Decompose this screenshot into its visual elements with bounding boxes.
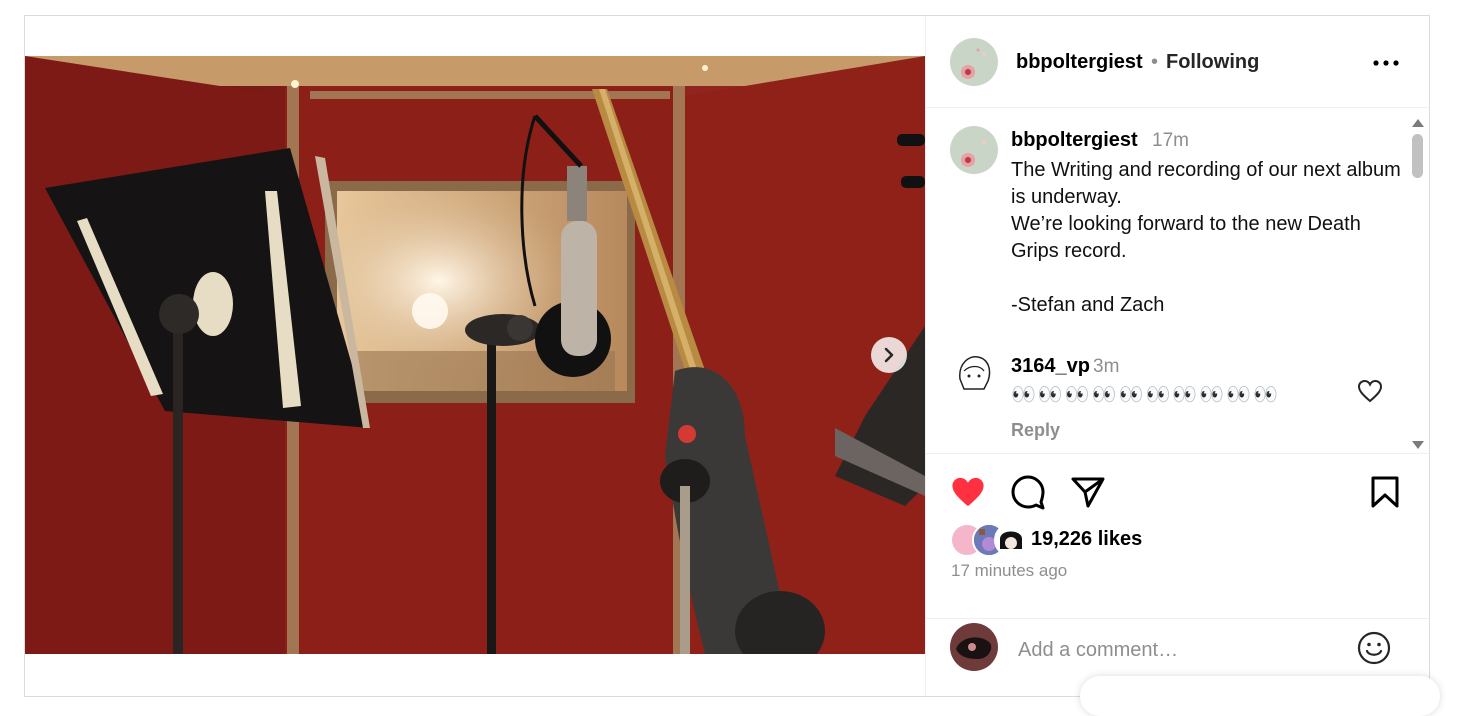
author-username[interactable]: bbpoltergiest [1016, 51, 1143, 74]
post-side-panel: bbpoltergiest • Following bbpoltergiest … [925, 16, 1429, 696]
chevron-right-icon [881, 347, 897, 363]
more-options-button[interactable] [1366, 44, 1406, 80]
emoji-icon[interactable] [1356, 630, 1392, 671]
comments-scrollbar[interactable] [1406, 108, 1428, 453]
bookmark-icon[interactable] [1370, 475, 1400, 514]
messages-bubble-edge[interactable] [1080, 676, 1440, 716]
post-image[interactable] [25, 56, 925, 654]
separator-dot: • [1151, 51, 1159, 73]
comment-time[interactable]: 3m [1093, 356, 1119, 378]
post-timestamp[interactable]: 17 minutes ago [951, 561, 1067, 581]
heart-outline-icon[interactable] [1357, 379, 1383, 408]
comments-list[interactable]: bbpoltergiest 17m The Writing and record… [926, 108, 1429, 453]
like-count[interactable]: 19,226 likes [1031, 528, 1142, 551]
current-user-avatar [950, 623, 998, 671]
follow-status-button[interactable]: Following [1166, 51, 1259, 74]
liker-avatars[interactable] [950, 523, 1030, 557]
caption-author-avatar[interactable] [950, 126, 998, 174]
post-actions: 19,226 likes 17 minutes ago [926, 453, 1429, 619]
heart-filled-icon[interactable] [949, 475, 987, 514]
liker-avatar[interactable] [994, 523, 1028, 557]
scroll-up-arrow-icon[interactable] [1412, 114, 1424, 132]
scroll-thumb[interactable] [1412, 134, 1423, 178]
caption-text: The Writing and recording of our next al… [1011, 159, 1401, 316]
studio-photo [25, 56, 925, 654]
send-icon[interactable] [1070, 475, 1106, 514]
comment-text: 👀👀👀👀👀👀👀👀👀👀 [1011, 384, 1281, 406]
caption-time[interactable]: 17m [1152, 130, 1189, 152]
comment-input[interactable] [1016, 633, 1340, 667]
more-horizontal-icon [1373, 53, 1399, 71]
caption-username[interactable]: bbpoltergiest [1011, 129, 1138, 152]
carousel-next-button[interactable] [871, 337, 907, 373]
author-avatar[interactable] [950, 38, 998, 86]
comment-username[interactable]: 3164_vp [1011, 355, 1090, 378]
post-header: bbpoltergiest • Following [926, 16, 1429, 108]
reply-button[interactable]: Reply [1011, 420, 1060, 441]
post-card: bbpoltergiest • Following bbpoltergiest … [24, 15, 1430, 697]
comment-icon[interactable] [1010, 474, 1046, 515]
commenter-avatar[interactable] [950, 349, 998, 397]
scroll-down-arrow-icon[interactable] [1412, 436, 1424, 454]
